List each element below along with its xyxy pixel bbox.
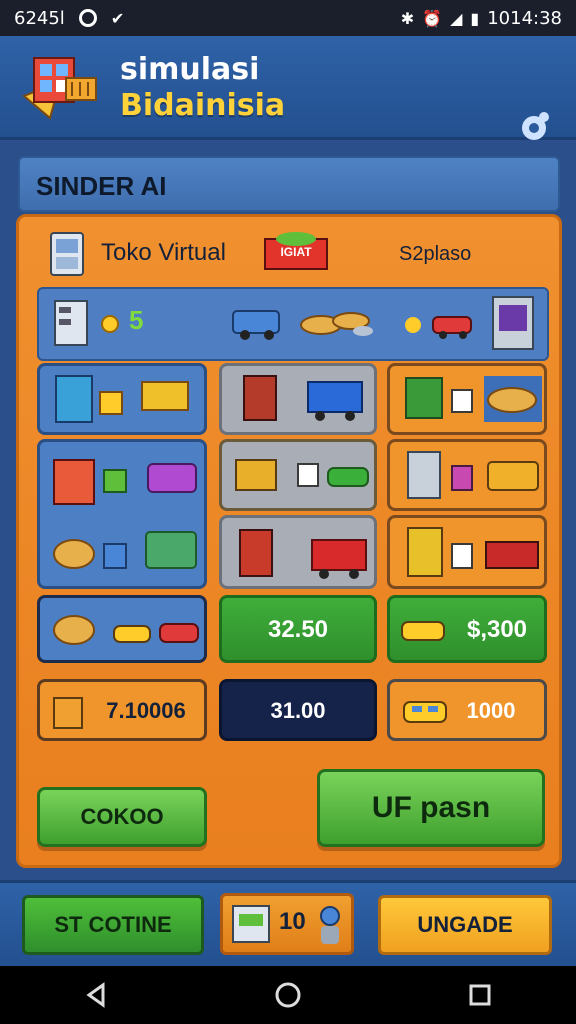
shop-register-icon bbox=[232, 905, 270, 943]
app-notification-icon: ✔ bbox=[110, 8, 125, 28]
system-navigation-bar bbox=[0, 966, 576, 1024]
item-tile-store-van[interactable] bbox=[387, 439, 547, 511]
shelf-and-truck-icon bbox=[55, 375, 189, 423]
shop-panel: Toko Virtual IGIAT S2plaso 5 32.50 $,300… bbox=[16, 214, 562, 868]
store-counter[interactable]: 10 bbox=[220, 893, 354, 955]
bread-rolls-icon[interactable] bbox=[299, 307, 377, 341]
cooler-and-truck-icon bbox=[239, 529, 367, 579]
item-tile-delivery[interactable] bbox=[219, 363, 377, 435]
app-logo bbox=[22, 57, 97, 120]
shop-name: Toko Virtual bbox=[101, 239, 226, 266]
market-stall-icon bbox=[53, 459, 197, 505]
battery-icon: ▮ bbox=[470, 8, 480, 28]
fridge-and-truck-icon bbox=[243, 375, 363, 421]
item-tile-kiosk[interactable] bbox=[387, 363, 547, 435]
signal-icon: ◢ bbox=[450, 8, 463, 28]
section-header: SINDER AI bbox=[18, 156, 560, 212]
item-tile-cart[interactable] bbox=[219, 439, 377, 511]
notification-icon bbox=[78, 9, 97, 27]
sun-coin-icon bbox=[101, 315, 119, 333]
section-title: SINDER AI bbox=[36, 171, 167, 201]
settings-gear-icon[interactable] bbox=[516, 108, 552, 144]
alarm-icon: ⏰ bbox=[422, 8, 443, 28]
stat-tile-c[interactable]: 1000 bbox=[387, 679, 547, 741]
fridge-icon bbox=[50, 232, 84, 276]
upgrade-button[interactable]: UNGADE bbox=[378, 895, 552, 955]
bluetooth-icon: ✱ bbox=[400, 8, 415, 28]
item-tile-fire-truck[interactable] bbox=[219, 515, 377, 589]
shelf-and-cargo-truck-icon bbox=[407, 527, 539, 577]
app-title: simulasi bbox=[120, 52, 260, 87]
continue-button[interactable]: ST COTINE bbox=[22, 895, 204, 955]
cart-and-car-icon bbox=[235, 459, 369, 491]
stat-b-value: 31.00 bbox=[270, 698, 326, 723]
price-b-value: $,300 bbox=[466, 616, 528, 643]
cokoo-button[interactable]: COKOO bbox=[37, 787, 207, 847]
item-tile-cars[interactable] bbox=[37, 595, 207, 663]
bottom-toolbar: ST COTINE 10 UNGADE bbox=[0, 880, 576, 966]
cabinet-and-van-icon bbox=[407, 451, 539, 499]
vending-machine-icon[interactable] bbox=[491, 295, 535, 351]
up-pasn-button[interactable]: UF pasn bbox=[317, 769, 545, 847]
item-tile-warehouse[interactable] bbox=[387, 515, 547, 589]
shop-subtitle: S2plaso bbox=[399, 243, 472, 265]
price-tile-a[interactable]: 32.50 bbox=[219, 595, 377, 663]
recents-icon[interactable] bbox=[467, 982, 493, 1008]
price-tile-b[interactable]: $,300 bbox=[387, 595, 547, 663]
app-subtitle: Bidainisia bbox=[120, 88, 286, 123]
cabinet-icon[interactable] bbox=[53, 299, 89, 347]
store-count: 10 bbox=[279, 908, 306, 935]
van-icon[interactable] bbox=[229, 301, 287, 343]
status-time: 1014:38 bbox=[487, 7, 562, 29]
inventory-row: 5 bbox=[37, 287, 549, 361]
stat-tile-a[interactable]: 7.10006 bbox=[37, 679, 207, 741]
stat-c-value: 1000 bbox=[466, 698, 516, 723]
red-car-icon[interactable] bbox=[401, 309, 475, 339]
stat-a-value: 7.10006 bbox=[106, 698, 186, 723]
bread-and-bus-icon bbox=[53, 531, 197, 569]
stat-tile-b[interactable]: 31.00 bbox=[219, 679, 377, 741]
bread-and-cars-icon bbox=[53, 615, 199, 645]
shop-badge-label: IGIAT bbox=[280, 245, 312, 259]
inventory-count: 5 bbox=[129, 305, 144, 335]
price-a-value: 32.50 bbox=[267, 616, 329, 643]
home-icon[interactable] bbox=[274, 981, 302, 1009]
kiosk-and-bread-icon bbox=[405, 376, 542, 422]
item-tile-market[interactable] bbox=[37, 439, 207, 589]
worker-icon bbox=[320, 906, 340, 944]
status-bar: 6245l ✔ ✱ ⏰ ◢ ▮ 1014:38 bbox=[0, 0, 576, 36]
item-tile-shelf[interactable] bbox=[37, 363, 207, 435]
back-icon[interactable] bbox=[83, 982, 109, 1008]
status-left-text: 6245l bbox=[14, 7, 65, 29]
app-header: simulasi Bidainisia bbox=[0, 36, 576, 140]
